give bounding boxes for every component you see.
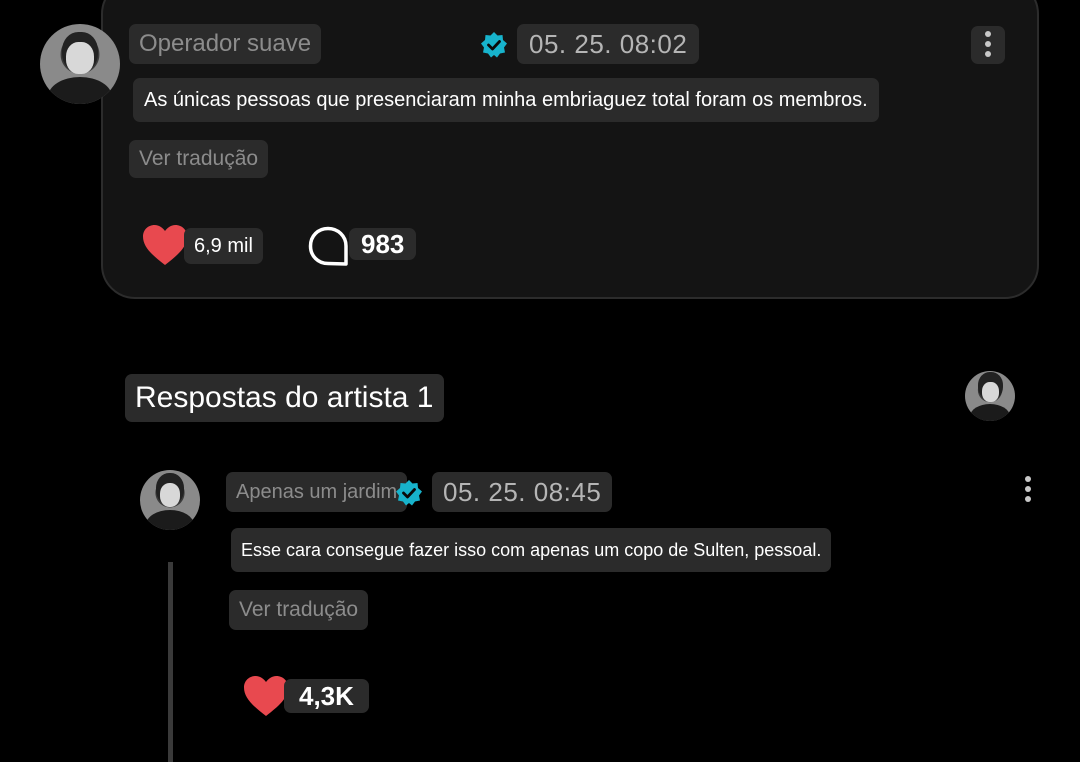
thread-line (168, 562, 173, 762)
replies-heading: Respostas do artista 1 (125, 374, 444, 422)
reply-username[interactable]: Apenas um jardim (226, 472, 408, 512)
reply-like-count: 4,3K (284, 679, 369, 713)
avatar-shoulders (146, 509, 194, 530)
avatar-shoulders (970, 404, 1010, 421)
heart-icon[interactable] (142, 224, 188, 266)
post-timestamp: 05. 25. 08:02 (517, 24, 700, 64)
post-text: As únicas pessoas que presenciaram minha… (133, 78, 879, 122)
avatar-shoulders (48, 76, 112, 104)
reply-translate-link[interactable]: Ver tradução (229, 590, 369, 630)
reply-timestamp: 05. 25. 08:45 (432, 472, 613, 512)
artist-avatar[interactable] (965, 371, 1015, 421)
reply-text: Esse cara consegue fazer isso com apenas… (231, 528, 832, 572)
kebab-menu-icon[interactable] (971, 26, 1005, 64)
comment-bubble-icon[interactable] (308, 226, 350, 266)
heart-icon[interactable] (243, 675, 289, 717)
translate-link[interactable]: Ver tradução (129, 140, 269, 178)
avatar-face (66, 41, 94, 74)
avatar-face (159, 483, 181, 508)
verified-badge-icon (481, 32, 507, 58)
avatar-face (981, 382, 999, 402)
kebab-menu-icon[interactable] (1022, 476, 1034, 508)
post-comment-count: 983 (349, 228, 417, 260)
post-author-avatar[interactable] (40, 24, 120, 104)
post-username[interactable]: Operador suave (129, 24, 322, 64)
post-like-count: 6,9 mil (184, 228, 263, 264)
verified-badge-icon (396, 480, 422, 506)
reply-author-avatar[interactable] (140, 470, 200, 530)
